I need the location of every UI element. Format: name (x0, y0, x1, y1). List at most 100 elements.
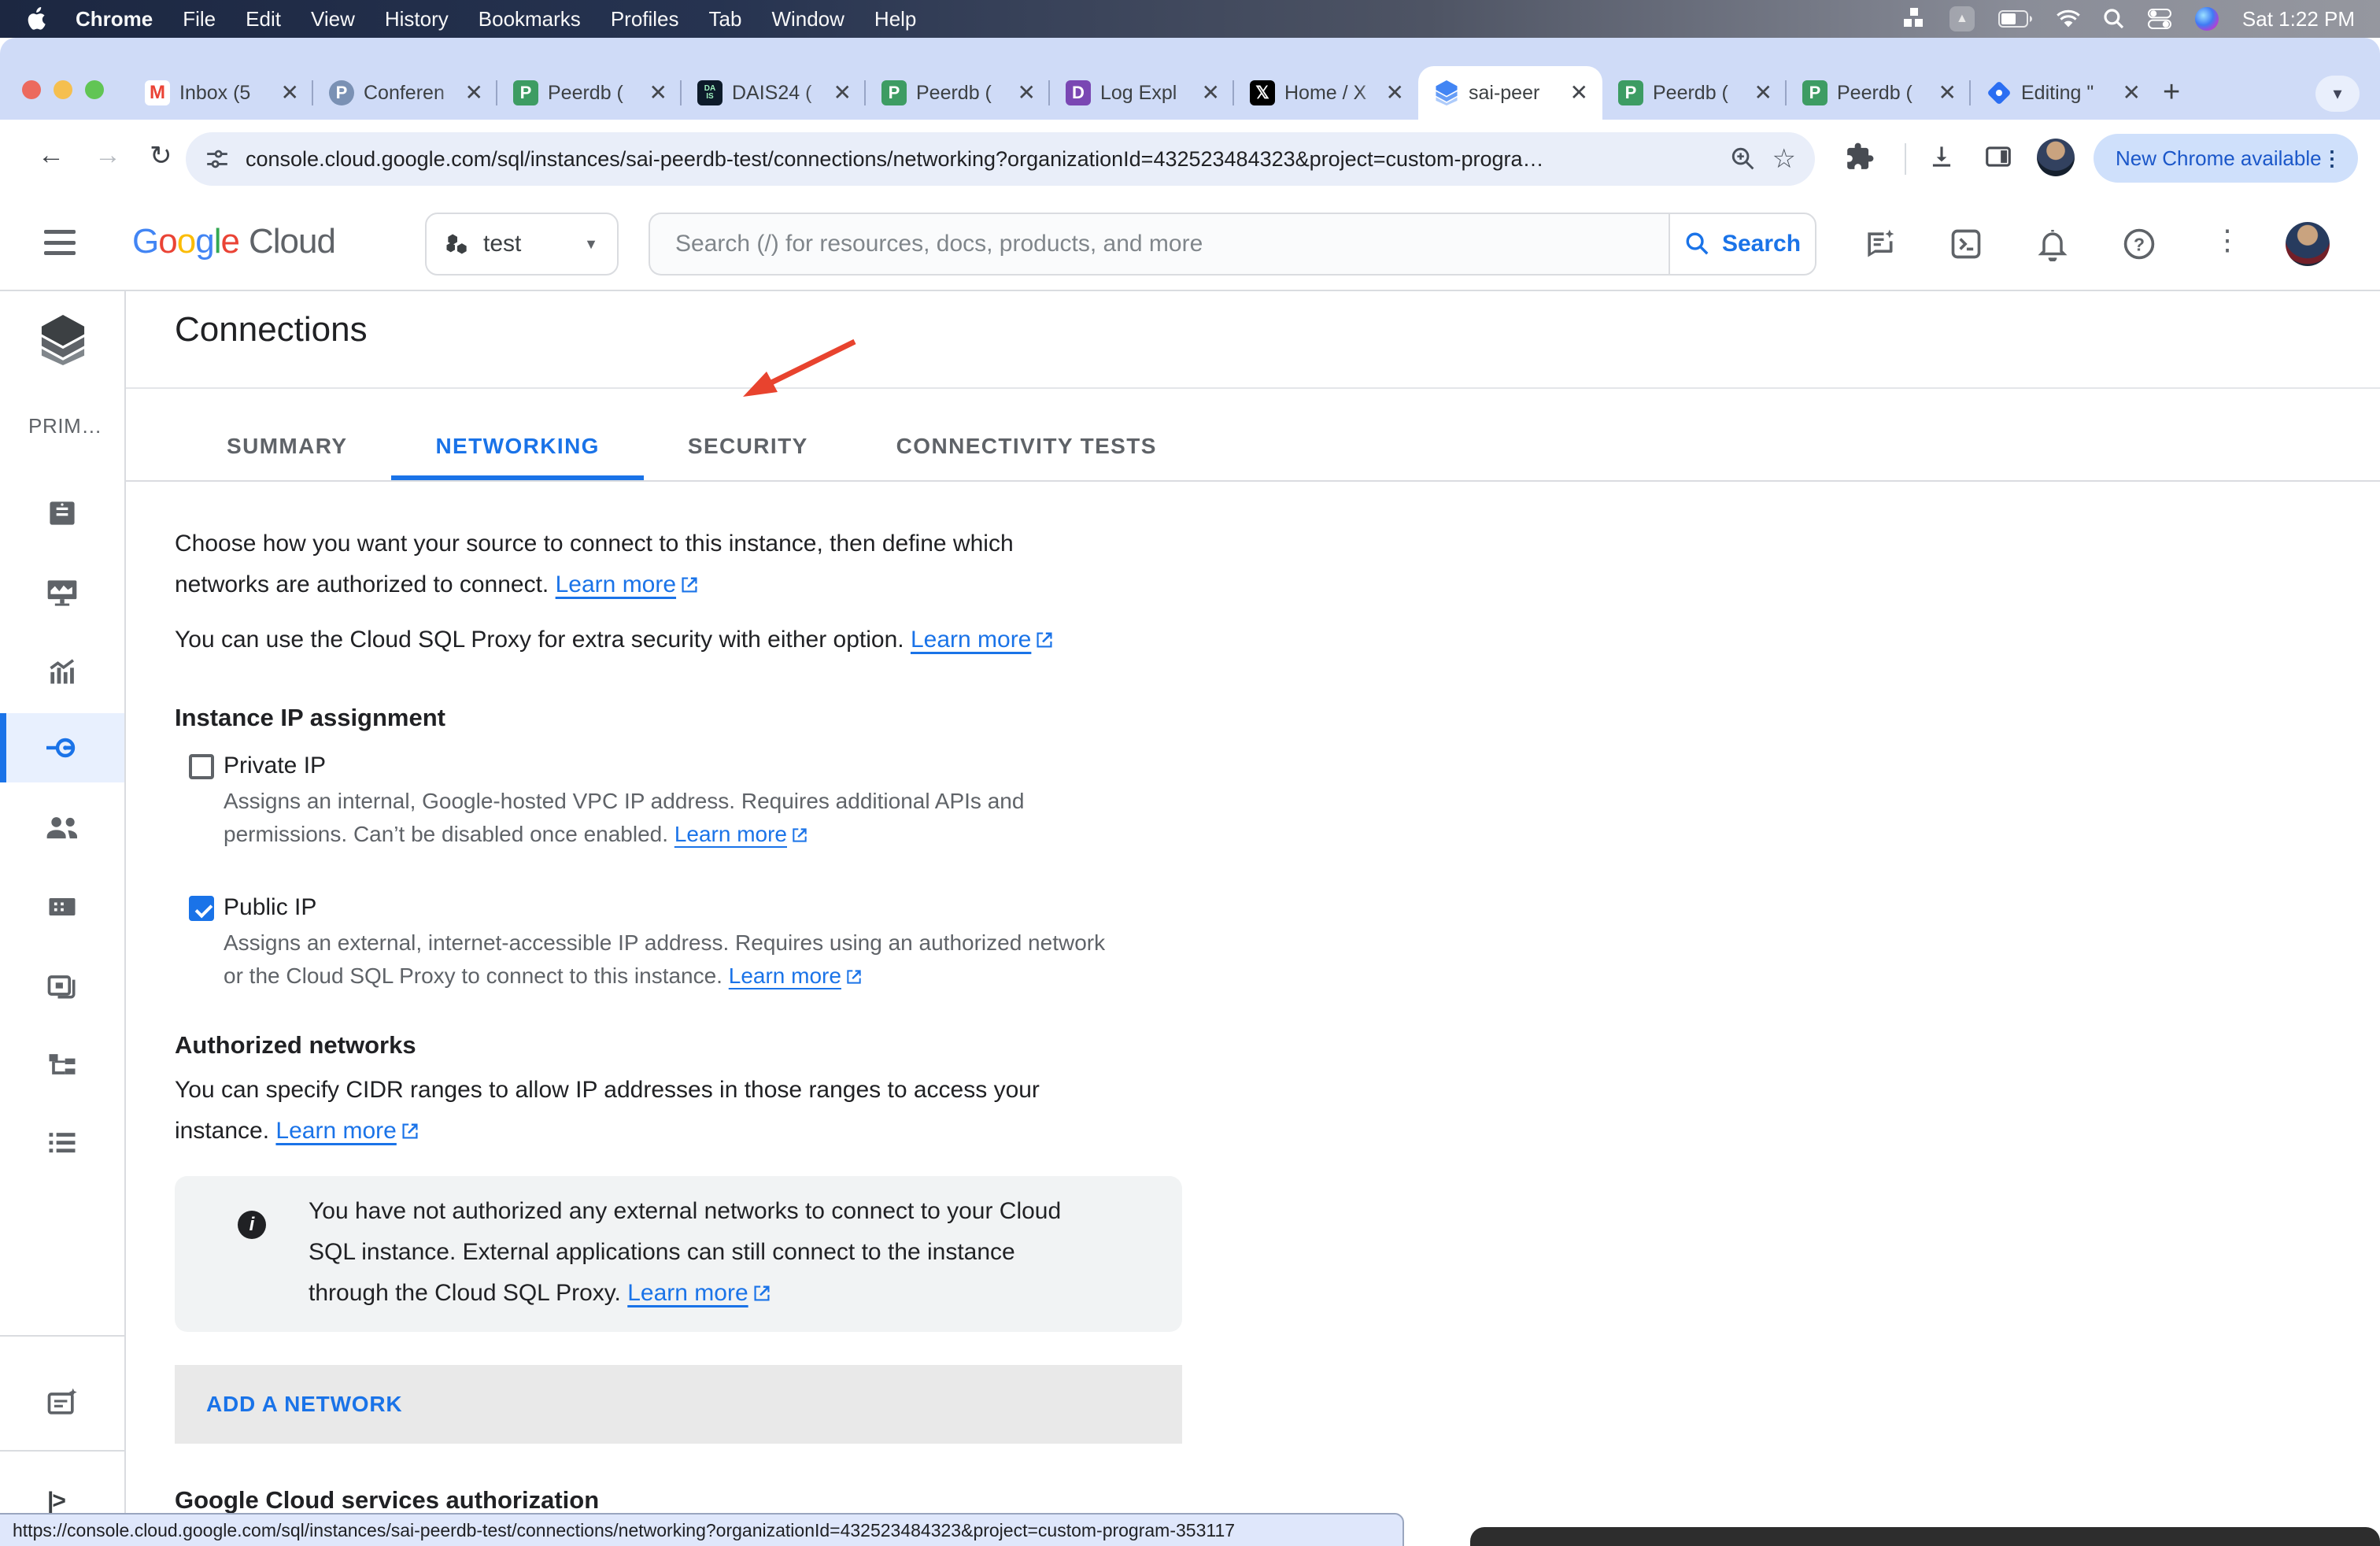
zoom-window-button[interactable] (85, 80, 104, 99)
learn-more-link[interactable]: Learn more (729, 963, 862, 988)
menubar-app-chrome[interactable]: Chrome (76, 7, 153, 31)
close-icon[interactable]: ✕ (278, 82, 302, 104)
tab-gmail-inbox[interactable]: M Inbox (5 ✕ (129, 66, 313, 120)
learn-more-link[interactable]: Learn more (556, 571, 698, 597)
collapse-sidebar-icon[interactable]: |> (47, 1488, 65, 1515)
menubar-app-icon[interactable]: ▲ (1949, 6, 1975, 31)
apple-menu-icon[interactable] (25, 7, 46, 31)
close-icon[interactable]: ✕ (1014, 82, 1039, 104)
menubar-clock[interactable]: Sat 1:22 PM (2242, 7, 2355, 31)
public-ip-label[interactable]: Public IP (224, 894, 316, 921)
public-ip-checkbox[interactable] (189, 896, 214, 921)
close-window-button[interactable] (22, 80, 41, 99)
menubar-window[interactable]: Window (771, 7, 844, 31)
zoom-page-icon[interactable] (1730, 146, 1757, 172)
menubar-view[interactable]: View (311, 7, 355, 31)
close-icon[interactable]: ✕ (1935, 82, 1960, 104)
close-icon[interactable]: ✕ (1383, 82, 1407, 104)
authorized-networks-line2: instance. Learn more (175, 1118, 419, 1145)
close-icon[interactable]: ✕ (830, 82, 855, 104)
close-icon[interactable]: ✕ (1567, 82, 1591, 104)
tab-log-explorer[interactable]: D Log Expl ✕ (1050, 66, 1234, 120)
learn-more-link[interactable]: Learn more (275, 1118, 418, 1144)
chrome-profile-avatar[interactable] (2037, 139, 2075, 176)
navigation-menu-icon[interactable] (44, 230, 76, 255)
close-icon[interactable]: ✕ (2119, 82, 2144, 104)
address-bar[interactable]: console.cloud.google.com/sql/instances/s… (186, 132, 1815, 186)
sidebar-item-query-insights[interactable] (0, 636, 124, 705)
more-options-icon[interactable]: ⋮ (2213, 224, 2241, 257)
reload-button[interactable]: ↻ (150, 140, 172, 172)
console-body: PRIM… (0, 291, 2380, 1546)
no-networks-info-box: i You have not authorized any external n… (175, 1176, 1182, 1332)
sidebar-item-operations[interactable] (0, 1108, 124, 1178)
url-text[interactable]: console.cloud.google.com/sql/instances/s… (246, 147, 1714, 172)
forward-button[interactable]: → (94, 140, 121, 171)
gcp-search-button[interactable]: Search (1669, 213, 1816, 276)
private-ip-label[interactable]: Private IP (224, 753, 326, 779)
side-panel-icon[interactable] (1983, 142, 2013, 172)
wifi-icon[interactable] (2057, 9, 2080, 28)
cloud-shell-icon[interactable] (1949, 227, 1983, 261)
extensions-icon[interactable] (1845, 142, 1875, 172)
tab-peerdb-3[interactable]: P Peerdb ( ✕ (1602, 66, 1787, 120)
tab-peerdb-1[interactable]: P Peerdb ( ✕ (497, 66, 682, 120)
menubar-help[interactable]: Help (874, 7, 916, 31)
sidebar-item-databases[interactable] (0, 872, 124, 941)
menubar-tab[interactable]: Tab (709, 7, 742, 31)
back-button[interactable]: ← (38, 140, 65, 171)
bookmark-star-icon[interactable]: ☆ (1772, 143, 1796, 175)
tab-conference[interactable]: P Conferen ✕ (313, 66, 497, 120)
new-chrome-available-button[interactable]: New Chrome available ⋮ (2094, 134, 2358, 183)
close-icon[interactable]: ✕ (646, 82, 671, 104)
close-icon[interactable]: ✕ (1199, 82, 1223, 104)
account-avatar[interactable] (2286, 222, 2330, 266)
sidebar-item-connections[interactable] (0, 713, 124, 782)
sidebar-item-replicas[interactable] (0, 1030, 124, 1099)
close-icon[interactable]: ✕ (1751, 82, 1776, 104)
tab-editing[interactable]: Editing " ✕ (1971, 66, 2155, 120)
private-ip-checkbox[interactable] (189, 754, 214, 779)
spotlight-search-icon[interactable] (2104, 9, 2124, 29)
tab-x-home[interactable]: 𝕏 Home / X ✕ (1234, 66, 1418, 120)
gcp-search-input[interactable]: Search (/) for resources, docs, products… (649, 213, 1669, 276)
menubar-bookmarks[interactable]: Bookmarks (479, 7, 581, 31)
tab-networking[interactable]: NETWORKING (391, 412, 643, 480)
sidebar-item-release-notes[interactable] (0, 1368, 124, 1437)
sidebar-item-backups[interactable] (0, 951, 124, 1020)
add-network-button[interactable]: ADD A NETWORK (175, 1365, 1182, 1444)
menubar-edit[interactable]: Edit (246, 7, 281, 31)
sidebar-item-users[interactable] (0, 792, 124, 861)
menubar-history[interactable]: History (385, 7, 449, 31)
help-icon[interactable]: ? (2122, 227, 2156, 261)
tab-dais24[interactable]: DAIS DAIS24 ( ✕ (682, 66, 866, 120)
chrome-menu-icon[interactable]: ⋮ (2322, 146, 2342, 171)
tab-peerdb-2[interactable]: P Peerdb ( ✕ (866, 66, 1050, 120)
menubar-file[interactable]: File (183, 7, 216, 31)
battery-icon[interactable] (1998, 10, 2033, 28)
tab-sai-peerdb-active[interactable]: sai-peer ✕ (1418, 66, 1602, 120)
project-selector[interactable]: test ▼ (425, 213, 619, 276)
minimize-window-button[interactable] (54, 80, 72, 99)
menubar-profiles[interactable]: Profiles (611, 7, 679, 31)
learn-more-link[interactable]: Learn more (674, 822, 808, 846)
sidebar-item-overview[interactable] (0, 479, 124, 548)
release-notes-icon[interactable] (1862, 227, 1897, 261)
learn-more-link[interactable]: Learn more (627, 1280, 770, 1306)
tab-connectivity-tests[interactable]: CONNECTIVITY TESTS (852, 412, 1201, 480)
google-cloud-logo[interactable]: GoogleCloud (132, 222, 335, 261)
sidebar-item-system-insights[interactable] (0, 557, 124, 627)
tab-summary[interactable]: SUMMARY (183, 412, 391, 480)
site-info-icon[interactable] (205, 146, 230, 172)
siri-icon[interactable] (2195, 7, 2219, 31)
new-tab-button[interactable]: + (2163, 76, 2180, 109)
tab-security[interactable]: SECURITY (644, 412, 852, 480)
tab-peerdb-4[interactable]: P Peerdb ( ✕ (1787, 66, 1971, 120)
control-center-icon[interactable] (2148, 9, 2171, 29)
notifications-bell-icon[interactable] (2035, 227, 2070, 261)
learn-more-link[interactable]: Learn more (911, 627, 1053, 653)
download-icon[interactable] (1927, 142, 1957, 172)
window-manager-icon[interactable] (1904, 8, 1926, 30)
tab-search-button[interactable]: ▾ (2315, 76, 2360, 112)
close-icon[interactable]: ✕ (462, 82, 486, 104)
